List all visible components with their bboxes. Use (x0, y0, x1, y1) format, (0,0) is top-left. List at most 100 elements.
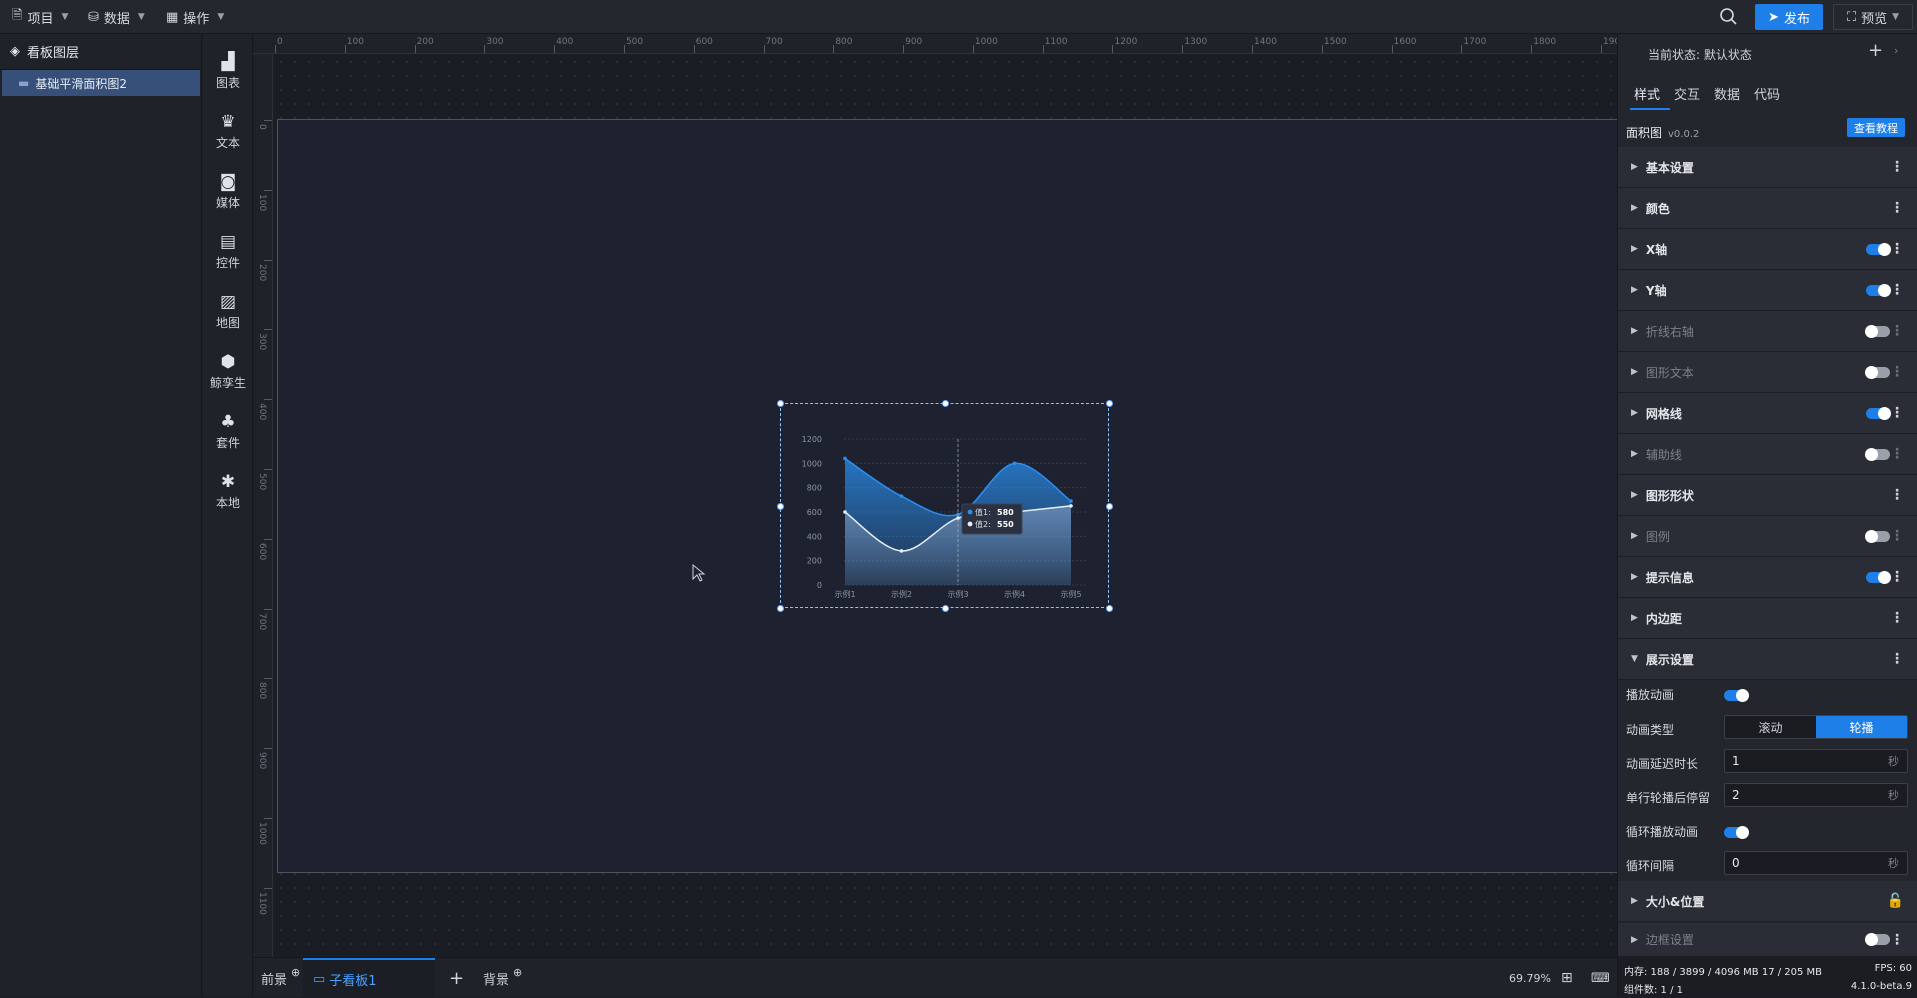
section-toggle[interactable] (1865, 365, 1890, 379)
add-state-icon[interactable]: + (1868, 40, 1883, 61)
section-9[interactable]: ▶ 图例 ⋮ (1618, 516, 1917, 557)
more-icon[interactable]: ⋮ (1890, 446, 1904, 462)
publish-button[interactable]: ➤ 发布 (1755, 4, 1823, 30)
more-icon[interactable]: ⋮ (1890, 932, 1904, 948)
ruler-tick-label: 200 (416, 37, 434, 47)
delay-input[interactable]: 1 秒 (1724, 749, 1908, 773)
data-point (1012, 461, 1017, 466)
more-icon[interactable]: ⋮ (1890, 282, 1904, 298)
add-circle-icon[interactable]: ⊕ (513, 966, 522, 979)
tool-local[interactable]: ✱ 本地 (203, 464, 253, 520)
component-title: 面积图 v0.0.2 (1626, 124, 1699, 141)
tab-front[interactable]: 前景 ⊕ (261, 958, 300, 998)
tool-chart[interactable]: ▟ 图表 (203, 44, 253, 100)
section-toggle[interactable] (1866, 242, 1891, 256)
fit-screen-icon[interactable]: ⊞ (1561, 958, 1573, 998)
section-6[interactable]: ▶ 网格线 ⋮ (1618, 393, 1917, 434)
section-10[interactable]: ▶ 提示信息 ⋮ (1618, 557, 1917, 598)
chevron-right-icon[interactable]: › (1894, 44, 1898, 57)
tool-widget[interactable]: ▤ 控件 (203, 224, 253, 280)
ruler-tick-label: 0 (277, 37, 283, 47)
more-icon[interactable]: ⋮ (1890, 323, 1904, 339)
section-toggle[interactable] (1865, 447, 1890, 461)
layer-item[interactable]: ▬ 基础平滑面积图2 (2, 70, 200, 96)
tool-media[interactable]: ◙ 媒体 (203, 164, 253, 220)
bottom-bar: 前景 ⊕ ▭ 子看板1 + 背景 ⊕ 69.79% ⊞ ⌨ (253, 957, 1617, 998)
section-border-label: 边框设置 (1645, 933, 1694, 947)
resize-handle[interactable] (777, 400, 784, 407)
more-icon[interactable]: ⋮ (1890, 528, 1904, 544)
section-toggle[interactable] (1866, 406, 1891, 420)
tool-text[interactable]: ♛ 文本 (203, 104, 253, 160)
menu-project[interactable]: 🗎 项目 ▼ (12, 0, 68, 34)
menu-operation[interactable]: ▦ 操作 ▼ (166, 0, 224, 34)
more-icon[interactable]: ⋮ (1890, 487, 1904, 503)
search-icon[interactable] (1718, 6, 1740, 28)
more-icon[interactable]: ⋮ (1890, 364, 1904, 380)
current-state[interactable]: 当前状态: 默认状态 (1648, 46, 1752, 63)
zoom-level[interactable]: 69.79% (1509, 958, 1551, 998)
lock-icon[interactable]: 🔓 (1887, 893, 1904, 909)
more-icon[interactable]: ⋮ (1890, 200, 1904, 216)
section-toggle[interactable] (1866, 570, 1891, 584)
resize-handle[interactable] (941, 605, 949, 612)
preview-button[interactable]: ⛶ 预览 ▼ (1833, 4, 1913, 30)
more-icon[interactable]: ⋮ (1890, 569, 1904, 585)
more-icon[interactable]: ⋮ (1890, 405, 1904, 421)
section-7[interactable]: ▶ 辅助线 ⋮ (1618, 434, 1917, 475)
chevron-down-icon: ▼ (61, 12, 69, 22)
tool-suite[interactable]: ♣ 套件 (203, 404, 253, 460)
resize-handle[interactable] (1106, 605, 1113, 612)
section-toggle[interactable] (1865, 324, 1890, 338)
tab-data[interactable]: 数据 (1714, 84, 1740, 103)
animation-type-carousel[interactable]: 轮播 (1816, 716, 1907, 738)
animation-type-segment[interactable]: 滚动 轮播 (1724, 715, 1908, 739)
stay-input[interactable]: 2 秒 (1724, 783, 1908, 807)
section-0[interactable]: ▶ 基本设置 ⋮ (1618, 147, 1917, 188)
section-8[interactable]: ▶ 图形形状 ⋮ (1618, 475, 1917, 516)
resize-handle[interactable] (777, 502, 784, 510)
section-1[interactable]: ▶ 颜色 ⋮ (1618, 188, 1917, 229)
animation-type-scroll[interactable]: 滚动 (1725, 716, 1816, 738)
play-animation-toggle[interactable] (1724, 689, 1749, 702)
section-size-position[interactable]: ▶ 大小&位置 🔓 (1618, 881, 1917, 922)
file-icon: 🗎 (12, 8, 23, 23)
resize-handle[interactable] (1106, 400, 1113, 407)
section-2[interactable]: ▶ X轴 ⋮ (1618, 229, 1917, 270)
tool-twin[interactable]: ⬢ 鲸孪生 (203, 344, 253, 400)
menu-data[interactable]: ⛁ 数据 ▼ (88, 0, 145, 34)
more-icon[interactable]: ⋮ (1890, 241, 1904, 257)
section-label: 基本设置 (1645, 160, 1694, 175)
section-5[interactable]: ▶ 图形文本 ⋮ (1618, 352, 1917, 393)
tab-style[interactable]: 样式 (1634, 84, 1660, 103)
border-toggle[interactable] (1865, 933, 1890, 946)
resize-handle[interactable] (1106, 502, 1113, 510)
more-icon[interactable]: ⋮ (1890, 159, 1904, 175)
tooltip-value: 550 (997, 520, 1014, 529)
section-11[interactable]: ▶ 内边距 ⋮ (1618, 598, 1917, 639)
tutorial-button[interactable]: 查看教程 (1847, 118, 1905, 137)
interval-input[interactable]: 0 秒 (1724, 851, 1908, 875)
more-icon[interactable]: ⋮ (1890, 651, 1904, 667)
tab-code[interactable]: 代码 (1754, 84, 1780, 103)
section-toggle[interactable] (1866, 283, 1891, 297)
add-board-button[interactable]: + (449, 958, 464, 998)
ruler-tick (264, 538, 272, 540)
ruler-tick-label: 1600 (1393, 37, 1417, 47)
resize-handle[interactable] (941, 400, 949, 407)
tab-background[interactable]: 背景 ⊕ (483, 958, 522, 998)
tab-board[interactable]: ▭ 子看板1 (303, 958, 435, 998)
section-12[interactable]: ▼ 展示设置 ⋮ (1618, 639, 1917, 680)
tab-interaction[interactable]: 交互 (1674, 84, 1700, 103)
section-border[interactable]: ▶ 边框设置 ⋮ (1618, 923, 1917, 957)
section-4[interactable]: ▶ 折线右轴 ⋮ (1618, 311, 1917, 352)
section-toggle[interactable] (1865, 529, 1890, 543)
keyboard-icon[interactable]: ⌨ (1591, 958, 1610, 998)
tool-map[interactable]: ▨ 地图 (203, 284, 253, 340)
add-circle-icon[interactable]: ⊕ (291, 966, 300, 979)
resize-handle[interactable] (777, 605, 784, 612)
loop-toggle[interactable] (1724, 826, 1749, 839)
chart-selection-box[interactable]: 0 200 400 600 800 1000 1200 示例1 示例2 示例3 示例4 示例5 值1: 5… (777, 400, 1113, 612)
section-3[interactable]: ▶ Y轴 ⋮ (1618, 270, 1917, 311)
more-icon[interactable]: ⋮ (1890, 610, 1904, 626)
